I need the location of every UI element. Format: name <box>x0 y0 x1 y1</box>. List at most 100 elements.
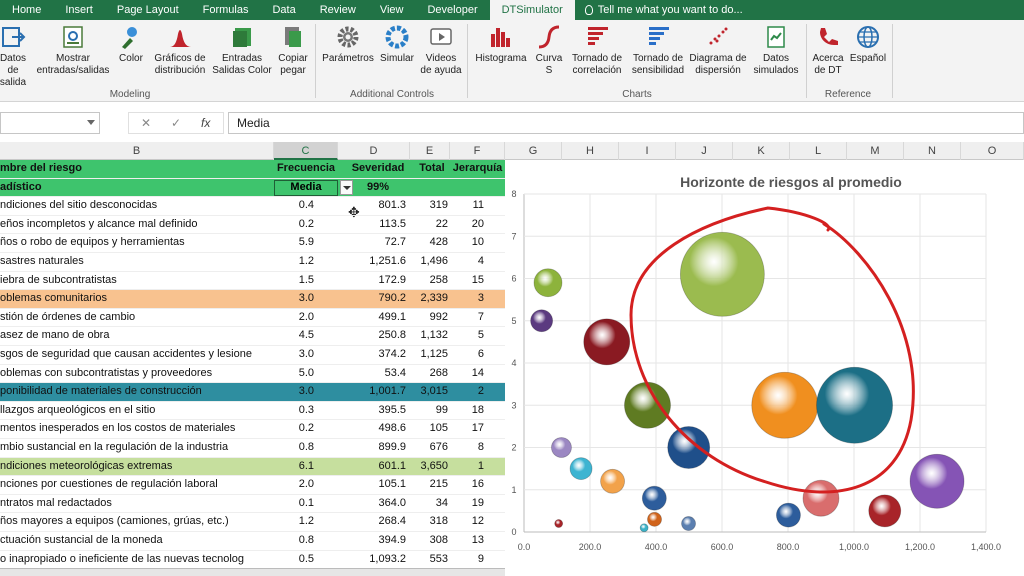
bubble-point[interactable] <box>551 437 572 458</box>
scatter-diagram-button[interactable]: Diagrama de dispersión <box>686 24 750 77</box>
bubble-point[interactable] <box>751 371 819 439</box>
cell-b[interactable]: oblemas con subcontratistas y proveedore… <box>0 367 274 379</box>
data-output-button[interactable]: Datos de salida <box>0 24 32 89</box>
tab-dtsimulator[interactable]: DTSimulator <box>489 0 575 20</box>
cell-e[interactable]: 105 <box>412 422 448 434</box>
tab-data[interactable]: Data <box>260 0 307 20</box>
cell-f[interactable]: 16 <box>452 478 484 490</box>
cell-d[interactable]: 250.8 <box>338 329 406 341</box>
bubble-point[interactable] <box>776 502 801 528</box>
cell-c[interactable]: 0.3 <box>274 404 314 416</box>
cell-f[interactable]: 14 <box>452 367 484 379</box>
header-percentile[interactable]: 99% <box>345 181 411 193</box>
cell-b[interactable]: nciones por cuestiones de regulación lab… <box>0 478 274 490</box>
cell-e[interactable]: 258 <box>412 274 448 286</box>
cell-f[interactable]: 3 <box>452 292 484 304</box>
cell-c[interactable]: 0.2 <box>274 218 314 230</box>
cell-b[interactable]: sgos de seguridad que causan accidentes … <box>0 348 274 360</box>
header-severity[interactable]: Severidad <box>345 162 411 174</box>
tab-insert[interactable]: Insert <box>53 0 105 20</box>
bubble-point[interactable] <box>641 485 667 511</box>
cell-f[interactable]: 4 <box>452 255 484 267</box>
parameters-button[interactable]: Parámetros <box>318 24 378 65</box>
cell-f[interactable]: 2 <box>452 385 484 397</box>
cell-d[interactable]: 172.9 <box>338 274 406 286</box>
header-statistic[interactable]: adístico <box>0 181 274 193</box>
cell-c[interactable]: 5.0 <box>274 367 314 379</box>
simulated-data-button[interactable]: Datos simulados <box>750 24 802 77</box>
column-header-m[interactable]: M <box>847 142 904 160</box>
cell-d[interactable]: 1,093.2 <box>338 553 406 565</box>
s-curve-button[interactable]: Curva S <box>532 24 566 77</box>
cell-f[interactable]: 9 <box>452 553 484 565</box>
header-total[interactable]: Total <box>414 162 450 174</box>
bubble-point[interactable] <box>681 516 696 531</box>
cancel-icon[interactable]: ✕ <box>141 116 151 130</box>
cell-d[interactable]: 801.3 <box>338 199 406 211</box>
cell-f[interactable]: 13 <box>452 534 484 546</box>
cell-d[interactable]: 499.1 <box>338 311 406 323</box>
bubble-point[interactable] <box>816 366 893 444</box>
column-header-j[interactable]: J <box>676 142 733 160</box>
cell-e[interactable]: 2,339 <box>412 292 448 304</box>
cell-e[interactable]: 1,496 <box>412 255 448 267</box>
tornado-sensitivity-button[interactable]: Tornado de sensibilidad <box>628 24 688 77</box>
bubble-point[interactable] <box>647 511 662 527</box>
cell-b[interactable]: asez de mano de obra <box>0 329 274 341</box>
cell-e[interactable]: 318 <box>412 515 448 527</box>
cell-c[interactable]: 1.5 <box>274 274 314 286</box>
cell-f[interactable]: 20 <box>452 218 484 230</box>
cell-c[interactable]: 6.1 <box>274 460 314 472</box>
cell-c[interactable]: 1.2 <box>274 515 314 527</box>
cell-e[interactable]: 319 <box>412 199 448 211</box>
column-header-d[interactable]: D <box>338 142 410 160</box>
column-header-g[interactable]: G <box>505 142 562 160</box>
header-frequency[interactable]: Frecuencia <box>274 162 338 174</box>
cell-e[interactable]: 3,015 <box>412 385 448 397</box>
bubble-point[interactable] <box>624 381 671 429</box>
cell-d[interactable]: 374.2 <box>338 348 406 360</box>
tab-review[interactable]: Review <box>308 0 368 20</box>
spanish-language-button[interactable]: Español <box>848 24 888 65</box>
cell-d[interactable]: 53.4 <box>338 367 406 379</box>
column-header-k[interactable]: K <box>733 142 790 160</box>
bubble-point[interactable] <box>639 523 649 533</box>
sheet-tabs-bar[interactable] <box>0 568 505 576</box>
cell-e[interactable]: 215 <box>412 478 448 490</box>
cell-c[interactable]: 2.0 <box>274 478 314 490</box>
cell-e[interactable]: 99 <box>412 404 448 416</box>
cell-c[interactable]: 0.1 <box>274 497 314 509</box>
cell-b[interactable]: llazgos arqueológicos en el sitio <box>0 404 274 416</box>
column-header-c[interactable]: C <box>274 142 338 160</box>
cell-b[interactable]: sastres naturales <box>0 255 274 267</box>
cell-c[interactable]: 3.0 <box>274 385 314 397</box>
cell-e[interactable]: 676 <box>412 441 448 453</box>
about-dt-button[interactable]: Acerca de DT <box>808 24 848 77</box>
column-header-f[interactable]: F <box>450 142 505 160</box>
cell-c[interactable]: 0.8 <box>274 441 314 453</box>
column-header-b[interactable]: B <box>0 142 274 160</box>
cell-d[interactable]: 899.9 <box>338 441 406 453</box>
cell-f[interactable]: 8 <box>452 441 484 453</box>
cell-c[interactable]: 0.8 <box>274 534 314 546</box>
bubble-point[interactable] <box>909 453 965 509</box>
cell-d[interactable]: 601.1 <box>338 460 406 472</box>
distribution-charts-button[interactable]: Gráficos de distribución <box>148 24 212 77</box>
cell-e[interactable]: 1,125 <box>412 348 448 360</box>
simulate-button[interactable]: Simular <box>377 24 417 65</box>
cell-e[interactable]: 3,650 <box>412 460 448 472</box>
cell-e[interactable]: 22 <box>412 218 448 230</box>
bubble-point[interactable] <box>802 479 840 517</box>
header-hierarchy[interactable]: Jerarquía <box>450 162 505 174</box>
cell-b[interactable]: ctuación sustancial de la moneda <box>0 534 274 546</box>
cell-f[interactable]: 7 <box>452 311 484 323</box>
header-risk-name[interactable]: mbre del riesgo <box>0 162 274 174</box>
cell-c[interactable]: 0.4 <box>274 199 314 211</box>
cell-d[interactable]: 1,251.6 <box>338 255 406 267</box>
copy-paste-button[interactable]: Copiar pegar <box>275 24 311 77</box>
tornado-correlation-button[interactable]: Tornado de correlación <box>566 24 628 77</box>
tab-home[interactable]: Home <box>0 0 53 20</box>
io-color-button[interactable]: Entradas Salidas Color <box>210 24 274 77</box>
column-header-l[interactable]: L <box>790 142 847 160</box>
cell-f[interactable]: 6 <box>452 348 484 360</box>
